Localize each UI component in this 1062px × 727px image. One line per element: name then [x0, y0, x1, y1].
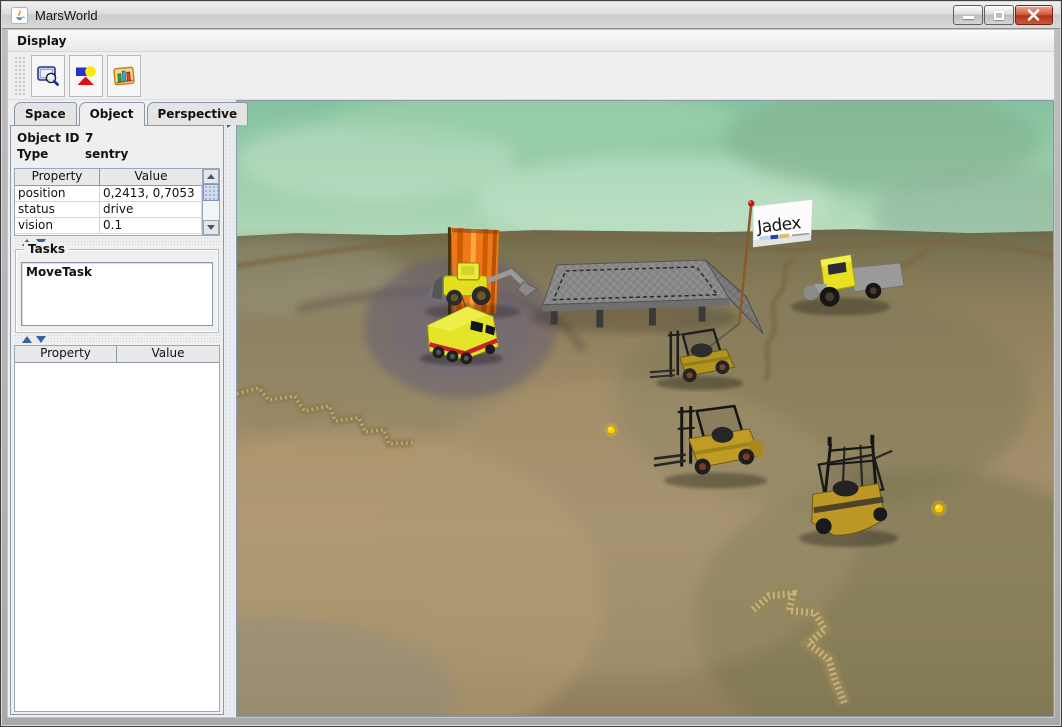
minimize-button[interactable] — [953, 5, 983, 25]
property-table: Property Value position 0,2413, 0,7053 s… — [14, 168, 220, 236]
property-table-header: Property Value — [15, 169, 202, 186]
header-property: Property — [15, 169, 100, 185]
maximize-icon — [994, 11, 1004, 20]
tasks-title: Tasks — [24, 242, 69, 256]
header-property: Property — [15, 346, 117, 362]
object-info: Object ID 7 Type sentry — [11, 126, 223, 166]
window-title: MarsWorld — [35, 8, 98, 23]
object-type-label: Type — [17, 147, 85, 163]
maximize-button[interactable] — [984, 5, 1014, 25]
tab-perspective[interactable]: Perspective — [147, 102, 249, 125]
object-id-label: Object ID — [17, 131, 85, 147]
tab-space[interactable]: Space — [14, 102, 77, 125]
view-tabs: Space Object Perspective — [10, 102, 224, 125]
table-row[interactable]: status drive — [15, 202, 202, 218]
minimize-icon — [963, 16, 974, 19]
object-id-value: 7 — [85, 131, 93, 147]
shapes-button[interactable] — [69, 55, 103, 97]
header-value: Value — [117, 346, 219, 362]
display-zoom-icon — [36, 64, 60, 88]
task-table-header: Property Value — [15, 346, 219, 363]
split-divider-2[interactable] — [14, 334, 220, 344]
close-button[interactable] — [1015, 5, 1053, 25]
cell-value: 0.1 — [100, 218, 202, 233]
cell-property: vision — [15, 218, 100, 233]
task-table-body[interactable] — [15, 363, 219, 711]
object-type-value: sentry — [85, 147, 128, 163]
cell-value: drive — [100, 202, 202, 217]
scroll-down-icon[interactable] — [203, 220, 219, 235]
tasks-group: Tasks MoveTask — [15, 249, 219, 333]
shapes-icon — [74, 64, 98, 88]
mars-scene[interactable]: Jadex — [237, 101, 1053, 716]
toolbar — [8, 52, 1054, 100]
menu-bar: Display — [8, 30, 1054, 52]
header-value: Value — [100, 169, 202, 185]
marsworld-window: MarsWorld Display — [0, 0, 1062, 727]
close-icon — [1016, 6, 1052, 24]
cell-property: position — [15, 186, 100, 201]
ore-1[interactable] — [604, 423, 618, 437]
task-item[interactable]: MoveTask — [26, 265, 208, 279]
collapse-down-icon[interactable] — [36, 336, 46, 343]
java-coffee-cup-icon — [11, 7, 28, 24]
tasks-list[interactable]: MoveTask — [21, 262, 213, 326]
object-panel: Space Object Perspective Object ID 7 Typ… — [8, 100, 224, 717]
titlebar[interactable]: MarsWorld — [2, 2, 1060, 29]
cell-value: 0,2413, 0,7053 — [100, 186, 202, 201]
table-scrollbar[interactable] — [202, 169, 219, 235]
scrollbar-thumb[interactable] — [203, 184, 219, 201]
table-row[interactable]: position 0,2413, 0,7053 — [15, 186, 202, 202]
menu-display[interactable]: Display — [8, 32, 75, 50]
table-row[interactable]: vision 0.1 — [15, 218, 202, 234]
panel-splitter[interactable] — [224, 100, 236, 717]
3d-world-view[interactable]: Jadex — [236, 100, 1054, 717]
object-tab-content: Object ID 7 Type sentry Property Val — [10, 125, 224, 715]
statistics-button[interactable] — [107, 55, 141, 97]
cell-property: status — [15, 202, 100, 217]
display-zoom-button[interactable] — [31, 55, 65, 97]
scroll-up-icon[interactable] — [203, 169, 219, 184]
statistics-chart-icon — [112, 64, 136, 88]
collapse-up-icon[interactable] — [22, 336, 32, 343]
ore-2[interactable] — [931, 500, 947, 516]
task-property-table: Property Value — [14, 345, 220, 712]
toolbar-grip[interactable] — [14, 56, 25, 96]
tab-object[interactable]: Object — [79, 102, 145, 126]
